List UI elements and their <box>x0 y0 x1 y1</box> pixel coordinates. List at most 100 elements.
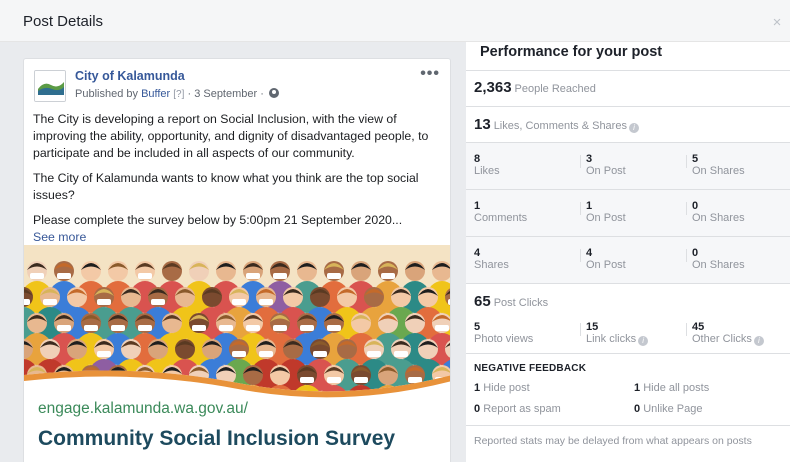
breakdown-value: 4 <box>474 247 481 259</box>
divider <box>686 249 687 262</box>
divider <box>580 323 581 336</box>
stats-note-row: Reported stats may be delayed from what … <box>466 425 790 462</box>
divider <box>686 155 687 168</box>
image-url-text: engage.kalamunda.wa.gov.au/ <box>38 400 248 417</box>
post-image[interactable]: engage.kalamunda.wa.gov.au/ Community So… <box>24 245 450 462</box>
shares-breakdown-row: 4 Shares 4 On Post 0 On Shares <box>466 236 790 283</box>
page-avatar[interactable]: Community Social Inclusion Survey <box>34 70 66 102</box>
post-date[interactable]: 3 September <box>194 88 257 100</box>
divider <box>580 249 581 262</box>
breakdown-label: On Post <box>586 165 626 177</box>
publisher-link[interactable]: Buffer <box>141 88 170 100</box>
close-icon[interactable]: × <box>770 14 784 31</box>
negative-label: Unlike Page <box>643 403 703 415</box>
breakdown-label: On Post <box>586 212 626 224</box>
negative-value: 0 <box>634 403 641 415</box>
other-clicks-label: Other Clicks <box>692 333 752 345</box>
engagement-row: 13 Likes, Comments & Shares i <box>466 106 790 142</box>
divider <box>580 202 581 215</box>
breakdown-value: 4 <box>586 247 593 259</box>
negative-item: 0 Unlike Page <box>634 403 703 415</box>
published-prefix: Published by <box>75 88 138 100</box>
negative-value: 1 <box>474 382 481 394</box>
breakdown-label: Shares <box>474 259 509 271</box>
image-headline: Community Social Inclusion Survey <box>38 427 396 450</box>
link-clicks-label: Link clicks <box>586 333 637 345</box>
clicks-value: 65 <box>474 293 491 310</box>
post-paragraph: The City of Kalamunda wants to know what… <box>33 171 419 202</box>
engagement-value: 13 <box>474 116 491 133</box>
breakdown-label: On Shares <box>692 165 745 177</box>
negative-value: 1 <box>634 382 641 394</box>
breakdown-value: 0 <box>692 200 699 212</box>
click-label: Photo views <box>474 333 534 345</box>
negative-item: 0 Report as spam <box>474 403 561 415</box>
more-options-icon[interactable]: ••• <box>420 65 440 83</box>
click-label: Link clicks i <box>586 333 649 346</box>
negative-value: 0 <box>474 403 481 415</box>
info-icon[interactable]: i <box>628 123 639 133</box>
negative-item: 1 Hide all posts <box>634 382 709 394</box>
negative-label: Report as spam <box>483 403 561 415</box>
click-cell: 15 Link clicks i <box>586 321 649 346</box>
breakdown-value: 3 <box>586 153 593 165</box>
globe-icon <box>268 88 279 98</box>
breakdown-value: 0 <box>692 247 699 259</box>
reach-row: 2,363 People Reached <box>466 70 790 106</box>
breakdown-label: On Shares <box>692 259 745 271</box>
clicks-label: Post Clicks <box>493 297 549 309</box>
post-body: The City is developing a report on Socia… <box>33 111 438 246</box>
dialog-title: Post Details <box>23 13 104 30</box>
publish-info: Published by Buffer [?] · 3 September · <box>75 88 279 100</box>
page-name-link[interactable]: City of Kalamunda <box>75 69 185 83</box>
help-marker[interactable]: [?] <box>173 89 184 100</box>
dialog-header: Post Details × <box>0 0 790 42</box>
breakdown-cell: 1 On Post <box>586 200 626 224</box>
negative-feedback-section: NEGATIVE FEEDBACK 1 Hide post 1 Hide all… <box>466 353 790 425</box>
info-icon[interactable]: i <box>753 336 764 346</box>
breakdown-label: On Post <box>586 259 626 271</box>
divider <box>686 202 687 215</box>
divider <box>686 323 687 336</box>
kalamunda-logo: Community Social Inclusion Survey <box>35 71 65 101</box>
comments-breakdown-row: 1 Comments 1 On Post 0 On Shares <box>466 189 790 236</box>
divider <box>580 155 581 168</box>
post-card: Community Social Inclusion Survey City o… <box>23 58 451 462</box>
breakdown-value: 8 <box>474 153 481 165</box>
click-value: 45 <box>692 321 705 333</box>
post-paragraph: The City is developing a report on Socia… <box>33 112 429 160</box>
post-paragraph: Please complete the survey below by 5:00… <box>33 213 403 227</box>
likes-breakdown-row: 8 Likes 3 On Post 5 On Shares <box>466 142 790 189</box>
click-cell: 45 Other Clicks i <box>692 321 764 346</box>
click-label: Other Clicks i <box>692 333 764 346</box>
breakdown-value: 1 <box>586 200 593 212</box>
performance-panel: Performance for your post 2,363 People Re… <box>466 42 790 462</box>
breakdown-cell: 0 On Shares <box>692 200 745 224</box>
breakdown-label: Comments <box>474 212 528 224</box>
breakdown-cell: 4 On Post <box>586 247 626 271</box>
breakdown-value: 5 <box>692 153 699 165</box>
breakdown-label: On Shares <box>692 212 745 224</box>
see-more-link[interactable]: See more <box>33 229 438 246</box>
click-value: 15 <box>586 321 599 333</box>
breakdown-cell: 1 Comments <box>474 200 527 224</box>
negative-label: Hide all posts <box>643 382 710 394</box>
breakdown-value: 1 <box>474 200 481 212</box>
performance-title: Performance for your post <box>480 44 663 60</box>
breakdown-cell: 4 Shares <box>474 247 509 271</box>
click-cell: 5 Photo views <box>474 321 533 345</box>
negative-item: 1 Hide post <box>474 382 530 394</box>
reach-value: 2,363 <box>474 79 512 96</box>
stats-delay-note: Reported stats may be delayed from what … <box>474 435 752 447</box>
click-value: 5 <box>474 321 481 333</box>
negative-feedback-title: NEGATIVE FEEDBACK <box>474 363 587 374</box>
breakdown-cell: 3 On Post <box>586 153 626 177</box>
clicks-row: 65 Post Clicks 5 Photo views 15 Link clicks… <box>466 283 790 353</box>
reach-label: People Reached <box>514 83 596 95</box>
info-icon[interactable]: i <box>638 336 649 346</box>
breakdown-cell: 5 On Shares <box>692 153 745 177</box>
breakdown-cell: 8 Likes <box>474 153 500 177</box>
breakdown-label: Likes <box>474 165 500 177</box>
negative-label: Hide post <box>483 382 530 394</box>
engagement-label: Likes, Comments & Shares <box>493 120 627 132</box>
